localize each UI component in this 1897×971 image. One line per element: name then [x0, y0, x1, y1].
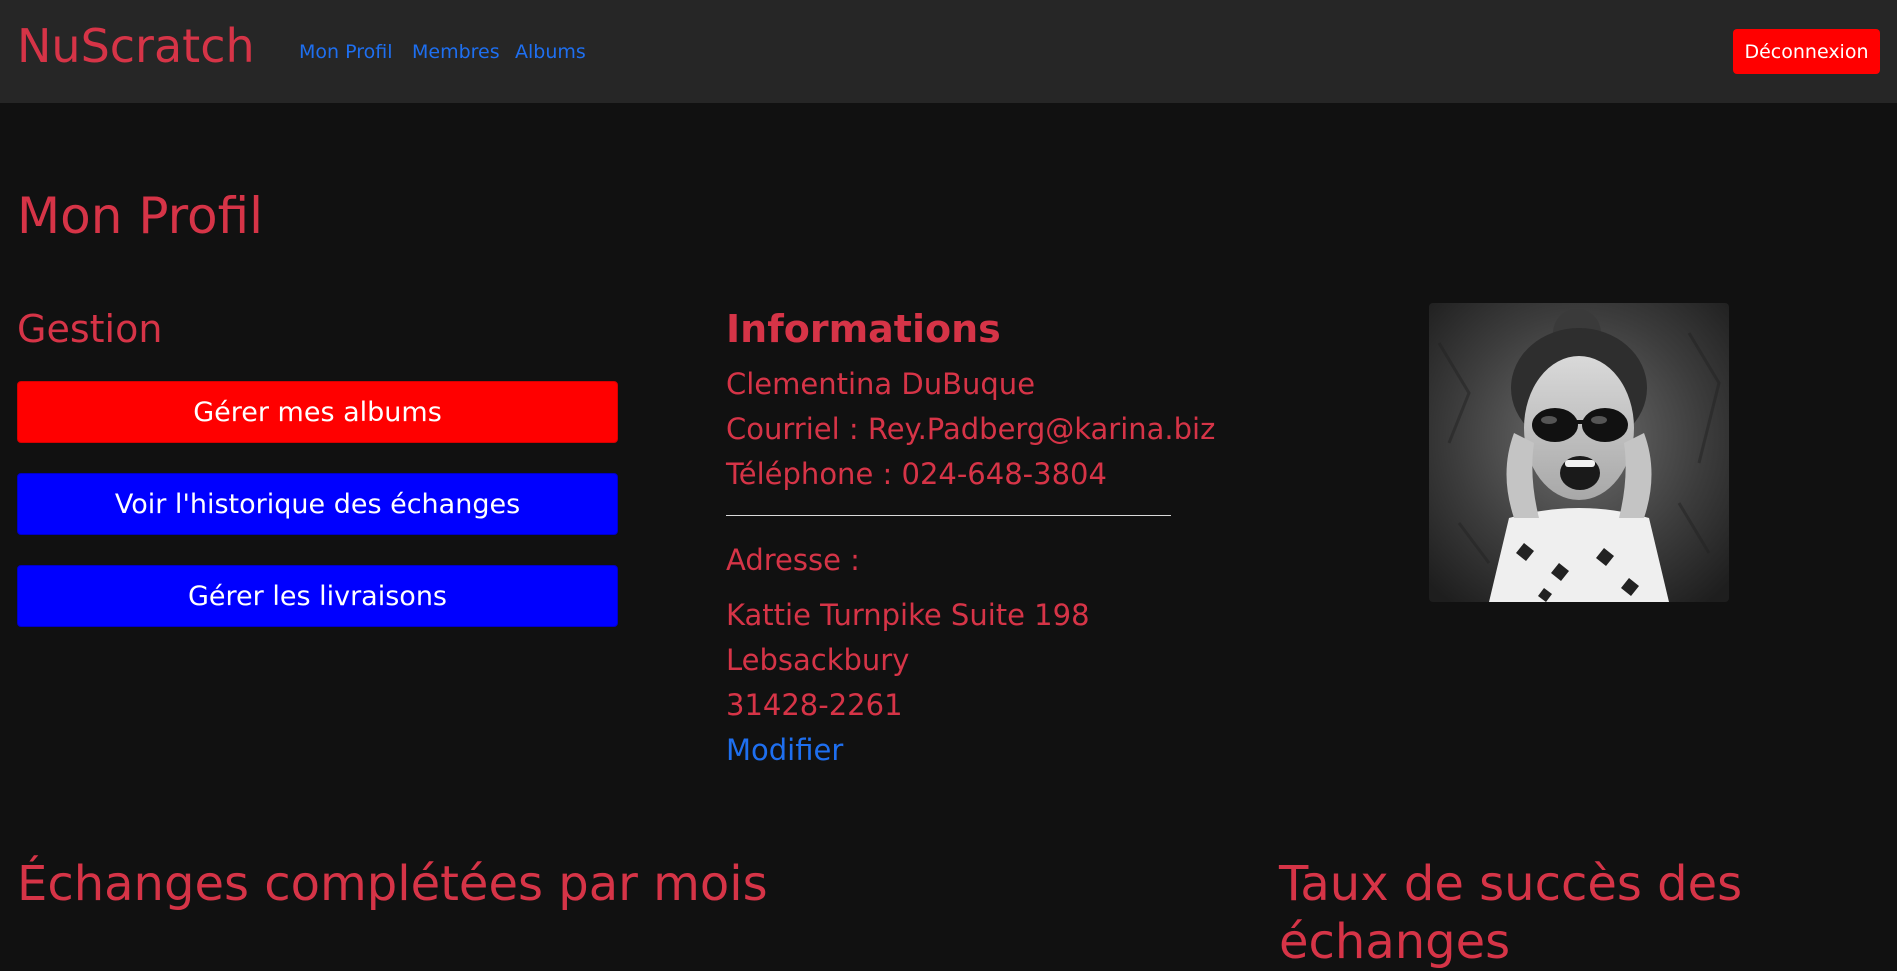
address-label: Adresse : — [726, 543, 860, 577]
logout-button[interactable]: Déconnexion — [1733, 29, 1880, 74]
informations-heading: Informations — [726, 307, 1001, 351]
modify-address-link[interactable]: Modifier — [726, 732, 843, 768]
success-rate-title: Taux de succès des échanges — [1279, 856, 1743, 970]
navbar: NuScratch Mon Profil Membres Albums Déco… — [0, 0, 1897, 103]
gestion-heading: Gestion — [17, 307, 163, 351]
address-street: Kattie Turnpike Suite 198 — [726, 598, 1090, 632]
manage-albums-button[interactable]: Gérer mes albums — [17, 381, 618, 443]
info-divider — [726, 515, 1171, 516]
exchange-history-button[interactable]: Voir l'historique des échanges — [17, 473, 618, 535]
nav-link-membres[interactable]: Membres — [412, 40, 500, 64]
exchanges-per-month-title: Échanges complétées par mois — [17, 856, 768, 912]
manage-deliveries-button[interactable]: Gérer les livraisons — [17, 565, 618, 627]
page-title: Mon Profil — [17, 187, 264, 245]
user-phone: Téléphone : 024-648-3804 — [726, 457, 1107, 491]
user-name: Clementina DuBuque — [726, 367, 1036, 401]
nav-link-mon-profil[interactable]: Mon Profil — [299, 40, 393, 64]
brand-logo[interactable]: NuScratch — [17, 18, 255, 74]
address-postal: 31428-2261 — [726, 688, 903, 722]
address-city: Lebsackbury — [726, 643, 910, 677]
nav-link-albums[interactable]: Albums — [515, 40, 586, 64]
user-email: Courriel : Rey.Padberg@karina.biz — [726, 412, 1216, 446]
profile-avatar — [1429, 303, 1729, 602]
